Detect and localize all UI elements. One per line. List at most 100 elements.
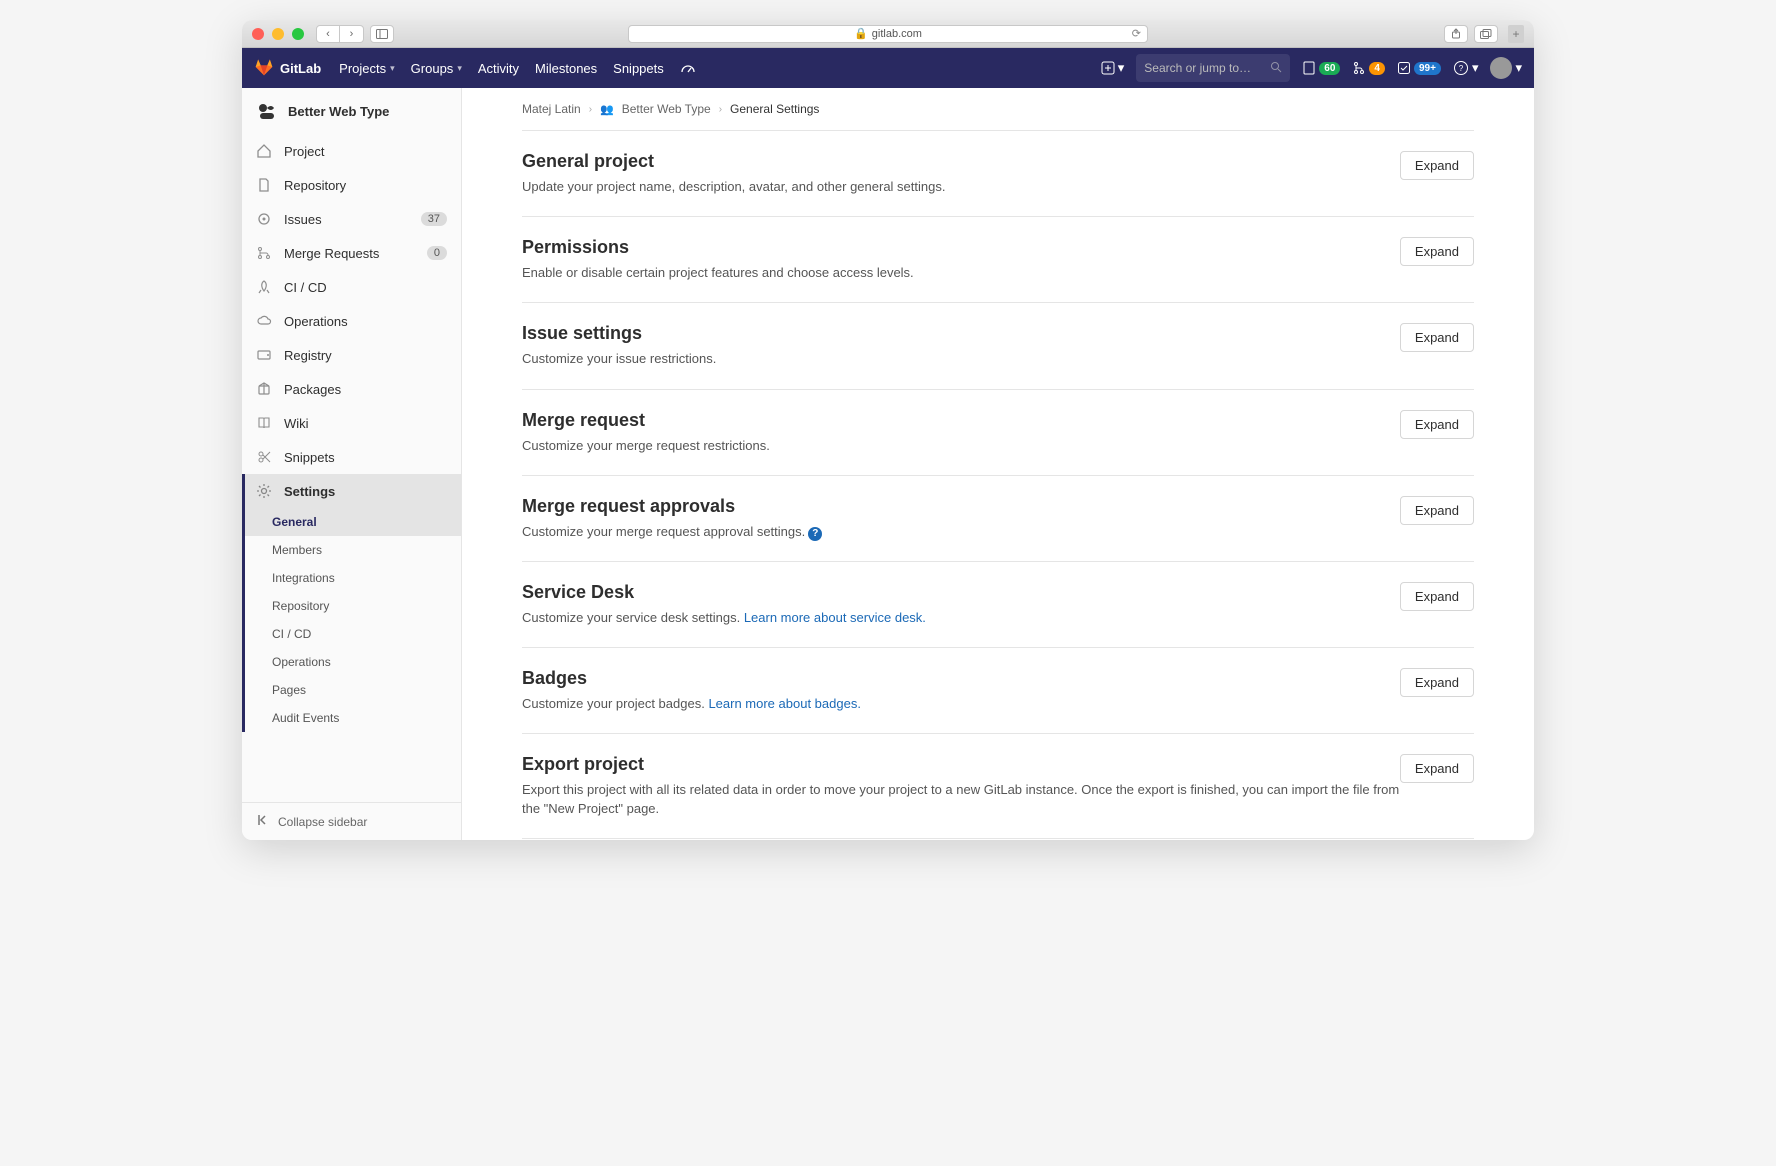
- expand-button[interactable]: Expand: [1400, 582, 1474, 611]
- sidebar-item-registry[interactable]: Registry: [242, 338, 461, 372]
- section-description: Customize your project badges. Learn mor…: [522, 695, 1400, 713]
- section-title: Service Desk: [522, 582, 1400, 603]
- issues-link[interactable]: 60: [1302, 61, 1340, 75]
- expand-button[interactable]: Expand: [1400, 237, 1474, 266]
- sidebar-item-cicd[interactable]: CI / CD: [242, 270, 461, 304]
- sidebar-item-packages[interactable]: Packages: [242, 372, 461, 406]
- issues-icon: [256, 211, 272, 227]
- learn-more-link[interactable]: Learn more about service desk.: [744, 610, 926, 625]
- section-title: Badges: [522, 668, 1400, 689]
- merge-requests-link[interactable]: 4: [1352, 61, 1385, 75]
- sidebar-sub-pages[interactable]: Pages: [242, 676, 461, 704]
- sidebar-item-label: CI / CD: [284, 280, 327, 295]
- breadcrumb-project[interactable]: Better Web Type: [622, 102, 711, 116]
- sidebar-item-snippets[interactable]: Snippets: [242, 440, 461, 474]
- section-export: Export projectExport this project with a…: [522, 733, 1474, 837]
- settings-sections: General projectUpdate your project name,…: [522, 130, 1474, 840]
- sidebar-item-label: Issues: [284, 212, 322, 227]
- gitlab-brand[interactable]: GitLab: [254, 57, 321, 80]
- expand-button[interactable]: Expand: [1400, 496, 1474, 525]
- section-description: Customize your issue restrictions.: [522, 350, 1400, 368]
- search-input[interactable]: Search or jump to…: [1136, 54, 1290, 82]
- gear-icon: [256, 483, 272, 499]
- reload-icon[interactable]: ⟳: [1132, 27, 1141, 40]
- chevron-down-icon: ▾: [457, 63, 462, 74]
- gitlab-navbar: GitLab Projects▾ Groups▾ Activity Milest…: [242, 48, 1534, 88]
- nav-activity[interactable]: Activity: [478, 61, 519, 76]
- sidebar-sub-members[interactable]: Members: [242, 536, 461, 564]
- section-merge-request: Merge requestCustomize your merge reques…: [522, 389, 1474, 475]
- sidebar-item-label: Project: [284, 144, 324, 159]
- learn-more-link[interactable]: Learn more about badges.: [708, 696, 861, 711]
- help-icon[interactable]: ?: [808, 527, 822, 541]
- url-bar[interactable]: 🔒 gitlab.com ⟳: [628, 25, 1148, 43]
- help-menu[interactable]: ? ▾: [1453, 60, 1479, 76]
- macos-titlebar: ‹ › 🔒 gitlab.com ⟳ +: [242, 20, 1534, 48]
- chevron-down-icon: ▾: [1515, 60, 1522, 76]
- expand-button[interactable]: Expand: [1400, 668, 1474, 697]
- home-icon: [256, 143, 272, 159]
- section-badges: Badges Customize your project badges. Lea…: [522, 647, 1474, 733]
- section-title: General project: [522, 151, 1400, 172]
- todos-link[interactable]: 99+: [1397, 61, 1441, 75]
- nav-items: Projects▾ Groups▾ Activity Milestones Sn…: [339, 60, 696, 76]
- user-menu[interactable]: ▾: [1490, 57, 1522, 79]
- sidebar-project-header[interactable]: Better Web Type: [242, 88, 461, 134]
- sidebar-sub-cicd_s[interactable]: CI / CD: [242, 620, 461, 648]
- cloud-icon: [256, 313, 272, 329]
- page-body: Better Web Type ProjectRepositoryIssues3…: [242, 88, 1534, 840]
- expand-button[interactable]: Expand: [1400, 151, 1474, 180]
- expand-button[interactable]: Expand: [1400, 754, 1474, 783]
- sidebar-item-repository[interactable]: Repository: [242, 168, 461, 202]
- forward-button[interactable]: ›: [340, 25, 364, 43]
- nav-milestones[interactable]: Milestones: [535, 61, 597, 76]
- collapse-sidebar-button[interactable]: Collapse sidebar: [242, 802, 461, 840]
- avatar: [1490, 57, 1512, 79]
- tabs-button[interactable]: [1474, 25, 1498, 43]
- new-menu-button[interactable]: ▾: [1101, 60, 1125, 76]
- collapse-label: Collapse sidebar: [278, 815, 367, 829]
- minimize-window-button[interactable]: [272, 28, 284, 40]
- chevron-down-icon: ▾: [1472, 60, 1479, 76]
- section-title: Export project: [522, 754, 1400, 775]
- sidebar-toggle-button[interactable]: [370, 25, 394, 43]
- chevron-down-icon: ▾: [390, 63, 395, 74]
- sidebar-item-project[interactable]: Project: [242, 134, 461, 168]
- back-button[interactable]: ‹: [316, 25, 340, 43]
- expand-button[interactable]: Expand: [1400, 410, 1474, 439]
- sidebar-item-operations[interactable]: Operations: [242, 304, 461, 338]
- sidebar-item-mrs[interactable]: Merge Requests 0: [242, 236, 461, 270]
- sidebar-sub-repository_s[interactable]: Repository: [242, 592, 461, 620]
- chevron-right-icon: ›: [719, 104, 722, 115]
- section-title: Permissions: [522, 237, 1400, 258]
- sidebar-sub-operations_s[interactable]: Operations: [242, 648, 461, 676]
- expand-button[interactable]: Expand: [1400, 323, 1474, 352]
- share-button[interactable]: [1444, 25, 1468, 43]
- collapse-icon: [256, 813, 270, 830]
- rocket-icon: [256, 279, 272, 295]
- breadcrumb: Matej Latin › 👥 Better Web Type › Genera…: [522, 88, 1474, 130]
- project-avatar-icon: [256, 100, 278, 122]
- zoom-window-button[interactable]: [292, 28, 304, 40]
- new-tab-button[interactable]: +: [1508, 25, 1524, 43]
- sidebar-sub-audit[interactable]: Audit Events: [242, 704, 461, 732]
- issues-icon: [1302, 61, 1316, 75]
- breadcrumb-user[interactable]: Matej Latin: [522, 102, 581, 116]
- section-description: Customize your service desk settings. Le…: [522, 609, 1400, 627]
- sidebar-item-badge: 0: [427, 246, 447, 260]
- sidebar-sub-integrations[interactable]: Integrations: [242, 564, 461, 592]
- sidebar-item-label: Merge Requests: [284, 246, 379, 261]
- nav-projects[interactable]: Projects▾: [339, 61, 395, 76]
- breadcrumb-current: General Settings: [730, 102, 819, 116]
- close-window-button[interactable]: [252, 28, 264, 40]
- sidebar-sub-general[interactable]: General: [242, 508, 461, 536]
- sidebar-sub-list: GeneralMembersIntegrationsRepositoryCI /…: [242, 508, 461, 732]
- sidebar-item-wiki[interactable]: Wiki: [242, 406, 461, 440]
- section-issue-settings: Issue settingsCustomize your issue restr…: [522, 302, 1474, 388]
- sidebar-item-settings[interactable]: Settings: [242, 474, 461, 508]
- nav-snippets[interactable]: Snippets: [613, 61, 664, 76]
- nav-performance-bar[interactable]: [680, 60, 696, 76]
- sidebar-item-issues[interactable]: Issues37: [242, 202, 461, 236]
- sidebar-item-label: Wiki: [284, 416, 309, 431]
- nav-groups[interactable]: Groups▾: [411, 61, 462, 76]
